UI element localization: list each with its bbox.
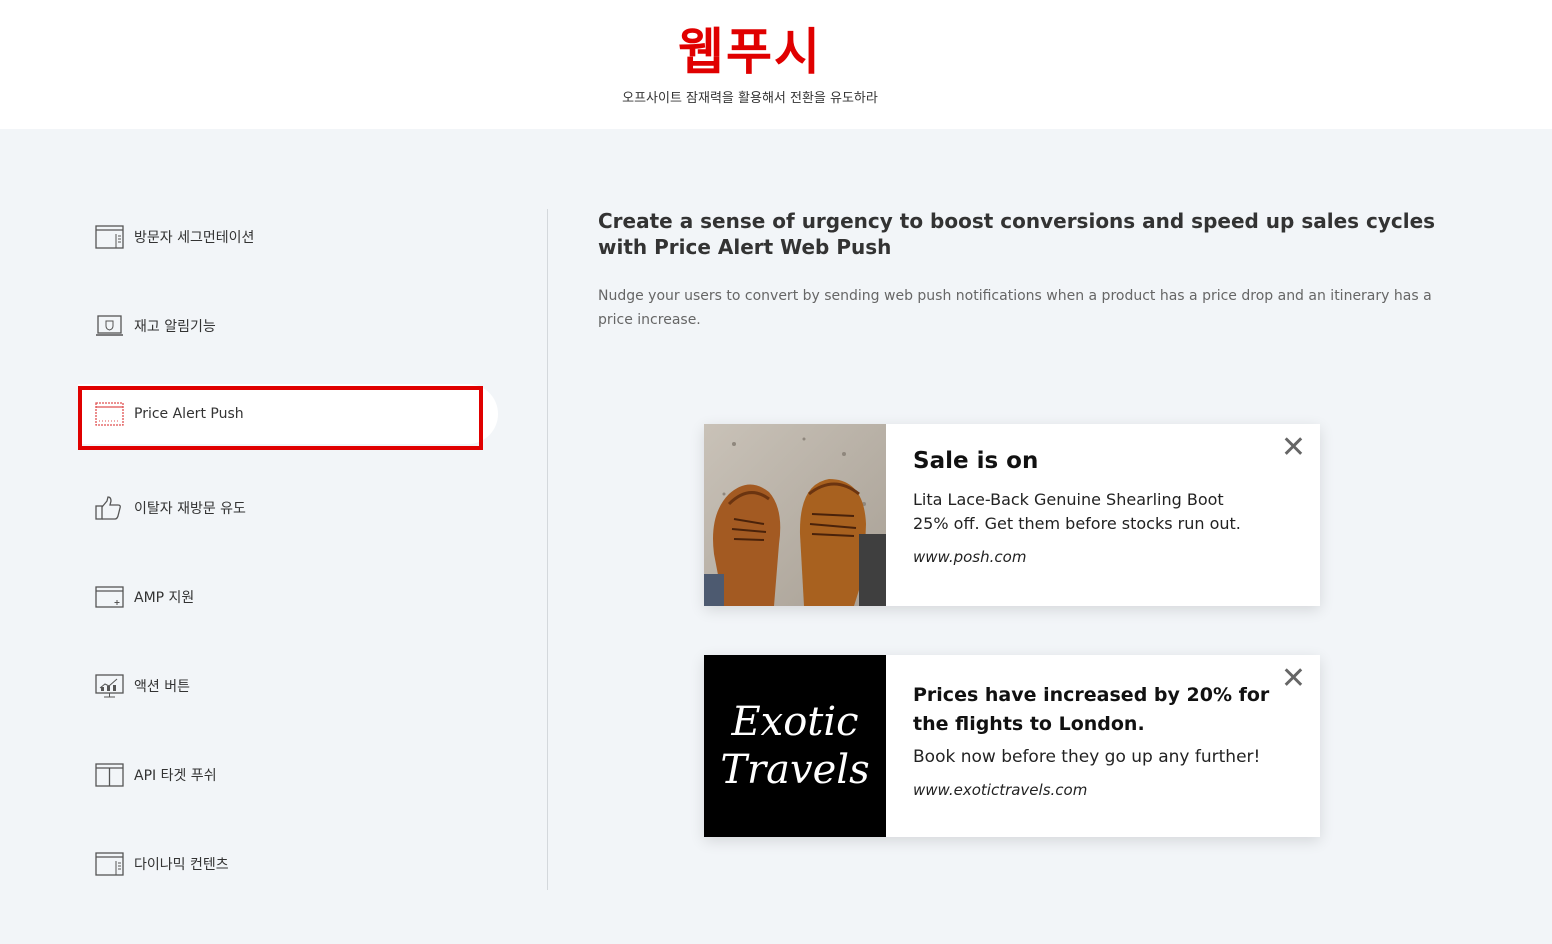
notification-text-line: Lita Lace-Back Genuine Shearling Boot [913,490,1224,509]
sidebar-item-stock-alert[interactable]: 재고 알림기능 [78,296,498,356]
notification-url[interactable]: www.exotictravels.com [913,781,1294,799]
close-icon[interactable]: ✕ [1281,430,1306,465]
boots-image [704,424,886,606]
notification-body: ✕ Sale is on Lita Lace-Back Genuine Shea… [886,424,1320,606]
notification-card-price-increase[interactable]: Exotic Travels ✕ Prices have increased b… [704,655,1320,837]
notification-body: ✕ Prices have increased by 20% for the f… [886,655,1320,837]
sidebar-item-label: Price Alert Push [134,406,244,422]
close-icon[interactable]: ✕ [1281,661,1306,696]
notification-title: Sale is on [913,448,1039,474]
sidebar-item-label: 방문자 세그먼테이션 [134,230,255,246]
browser-plus-icon [95,584,124,610]
laptop-shield-icon [95,313,124,339]
sidebar-item-label: AMP 지원 [134,590,195,606]
sidebar-item-amp-support[interactable]: AMP 지원 [78,567,498,627]
sidebar-item-label: API 타겟 푸쉬 [134,768,217,784]
browser-alert-icon [95,401,124,427]
sidebar-item-action-button[interactable]: 액션 버튼 [78,656,498,716]
sidebar-item-label: 다이나믹 컨텐츠 [134,857,229,873]
monitor-chart-icon [95,673,124,699]
notification-text-line: 25% off. Get them before stocks run out. [913,514,1241,533]
sidebar-item-price-alert-push[interactable]: Price Alert Push [78,384,498,444]
exotic-travels-logo: Exotic Travels [704,655,886,837]
thumbs-up-icon [95,495,124,521]
sidebar-item-dynamic-content[interactable]: 다이나믹 컨텐츠 [78,834,498,894]
page-subtitle: 오프사이트 잠재력을 활용해서 전환을 유도하라 [622,91,878,106]
logo-text: Travels [720,747,870,793]
page-header: 웹푸시 오프사이트 잠재력을 활용해서 전환을 유도하라 [0,0,1552,129]
section-divider [547,209,548,890]
sidebar-item-visitor-segmentation[interactable]: 방문자 세그먼테이션 [78,207,498,267]
browser-columns-icon [95,762,124,788]
sidebar-item-label: 재고 알림기능 [134,319,216,335]
notification-text: Lita Lace-Back Genuine Shearling Boot 25… [913,488,1294,536]
sidebar-item-churn-revisit[interactable]: 이탈자 재방문 유도 [78,478,498,538]
notification-text: Book now before they go up any further! [913,747,1261,767]
content-description: Nudge your users to convert by sending w… [598,288,1432,328]
sidebar-item-api-target-push[interactable]: API 타겟 푸쉬 [78,745,498,805]
notification-url[interactable]: www.posh.com [913,548,1294,566]
browser-list-icon [95,224,124,250]
browser-list-icon [95,851,124,877]
sidebar-item-label: 이탈자 재방문 유도 [134,501,246,517]
logo-text: Exotic [731,699,859,745]
page-title: 웹푸시 [678,23,822,81]
notification-title: Prices have increased by 20% for the fli… [913,684,1270,735]
content-heading: Create a sense of urgency to boost conve… [598,209,1436,259]
sidebar-item-label: 액션 버튼 [134,679,190,695]
notification-card-sale[interactable]: ✕ Sale is on Lita Lace-Back Genuine Shea… [704,424,1320,606]
